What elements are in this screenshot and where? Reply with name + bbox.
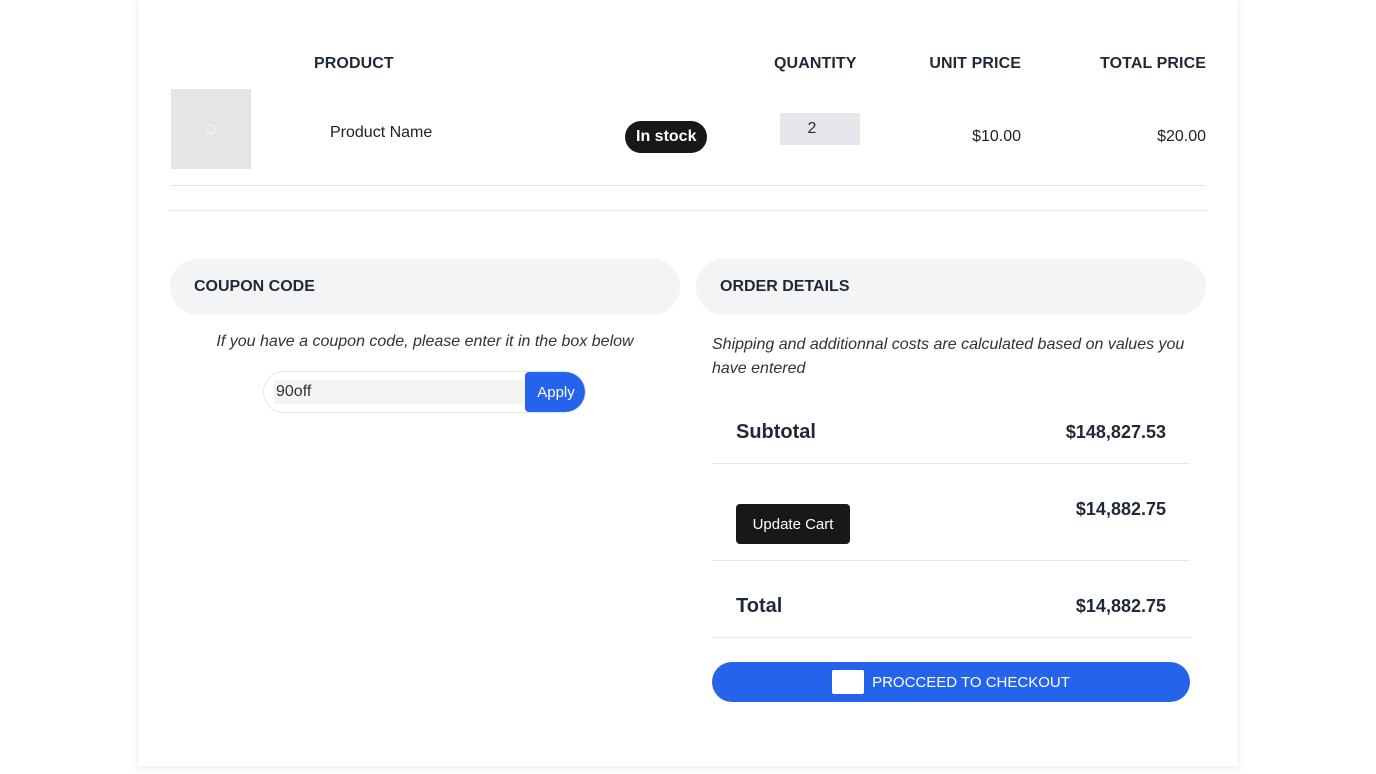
total-label: Total <box>736 595 783 617</box>
checkout-label: PROCCEED TO CHECKOUT <box>872 673 1070 691</box>
row-total-price: $20.00 <box>1157 128 1206 145</box>
cart-card: PRODUCT QUANTITY UNIT PRICE TOTAL PRICE … <box>138 0 1238 766</box>
header-unit-price: UNIT PRICE <box>929 55 1021 72</box>
divider <box>170 210 1207 211</box>
subtotal-value: $148,827.53 <box>1065 422 1166 442</box>
coupon-note: If you have a coupon code, please enter … <box>216 333 634 350</box>
subtotal-label: Subtotal <box>736 421 816 443</box>
divider <box>170 185 1206 186</box>
header-quantity: QUANTITY <box>774 55 857 72</box>
order-note: Shipping and additionnal costs are calcu… <box>712 336 1185 377</box>
checkout-button[interactable]: PROCCEED TO CHECKOUT <box>712 662 1190 702</box>
total-value: $14,882.75 <box>1075 596 1166 616</box>
coupon-input[interactable] <box>274 380 535 404</box>
order-details-title: ORDER DETAILS <box>696 259 1206 315</box>
product-thumbnail[interactable] <box>171 89 251 169</box>
product-name[interactable]: Product Name <box>330 124 432 142</box>
update-cart-button[interactable]: Update Cart <box>736 504 850 544</box>
coupon-title: COUPON CODE <box>170 259 680 315</box>
shipping-value: $14,882.75 <box>1075 499 1166 519</box>
apply-coupon-button[interactable]: Apply <box>525 372 585 412</box>
header-total-price: TOTAL PRICE <box>1100 55 1206 72</box>
unit-price: $10.00 <box>972 128 1021 145</box>
divider <box>712 637 1190 638</box>
quantity-input[interactable] <box>780 113 860 145</box>
image-placeholder-icon <box>206 124 216 134</box>
header-product: PRODUCT <box>314 55 394 72</box>
coupon-form: Apply <box>263 371 586 413</box>
credit-card-icon <box>832 670 865 694</box>
stock-badge: In stock <box>625 121 708 153</box>
divider <box>712 560 1190 561</box>
divider <box>712 463 1190 464</box>
